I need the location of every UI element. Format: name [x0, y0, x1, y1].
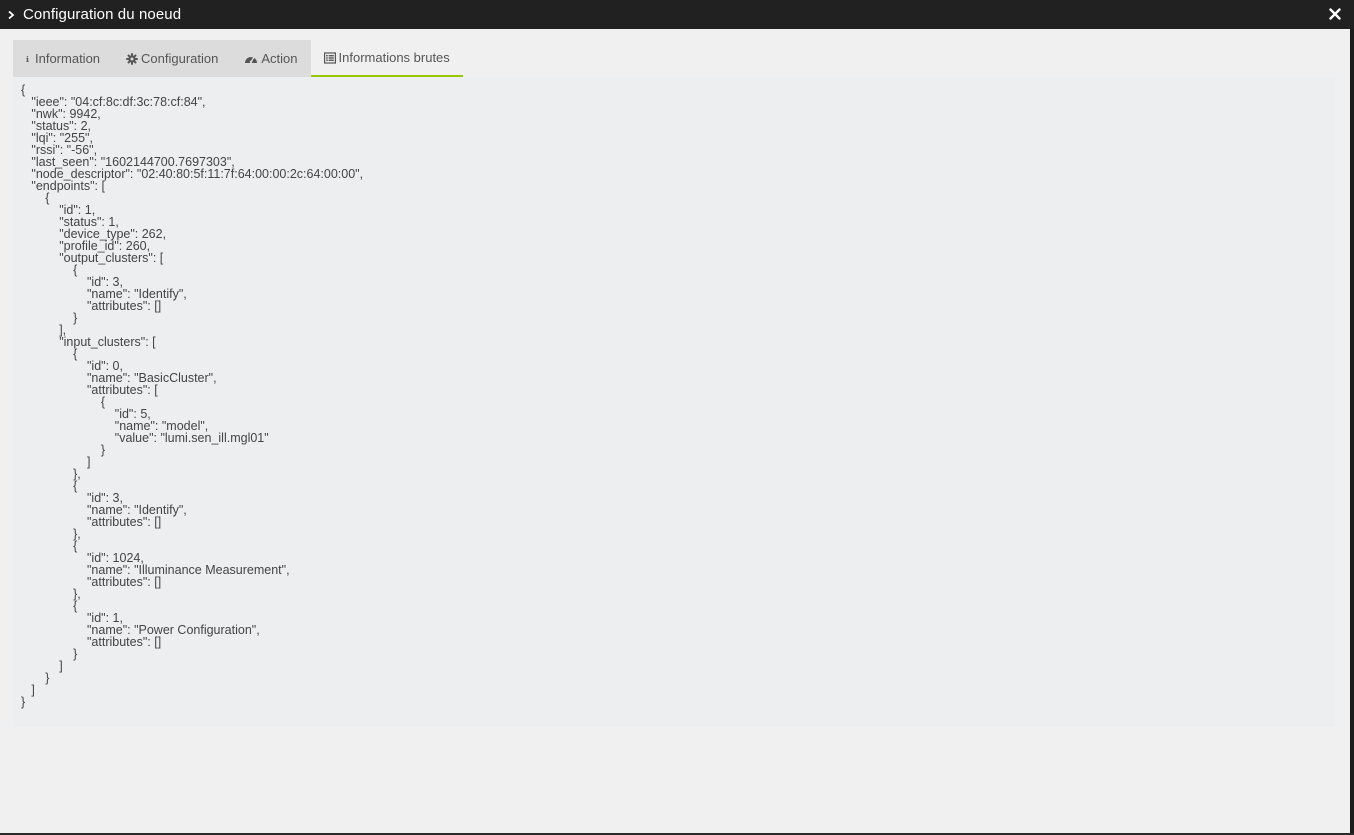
tab-informations-brutes[interactable]: Informations brutes: [310, 40, 463, 77]
tab-information[interactable]: Information: [13, 40, 113, 77]
tab-informations-brutes-label: Informations brutes: [338, 50, 450, 65]
tab-configuration-label: Configuration: [141, 51, 219, 66]
gear-icon: [126, 52, 138, 65]
tab-action-label: Action: [261, 51, 298, 66]
tab-information-label: Information: [35, 51, 101, 66]
dashboard-icon: [245, 56, 258, 63]
window-right-border: [1350, 29, 1354, 835]
info-icon: [26, 55, 29, 62]
close-icon[interactable]: [1329, 8, 1341, 20]
raw-json-content: { "ieee": "04:cf:8c:df:3c:78:cf:84", "nw…: [21, 83, 364, 709]
chevron-right-icon: [8, 10, 15, 19]
tab-action[interactable]: Action: [231, 40, 310, 77]
tab-configuration[interactable]: Configuration: [113, 40, 231, 77]
tab-bar: Information Configuration Action Informa…: [13, 40, 463, 77]
list-icon: [323, 51, 336, 64]
modal-title: Configuration du noeud: [23, 6, 182, 23]
modal-titlebar: Configuration du noeud: [0, 0, 1354, 29]
